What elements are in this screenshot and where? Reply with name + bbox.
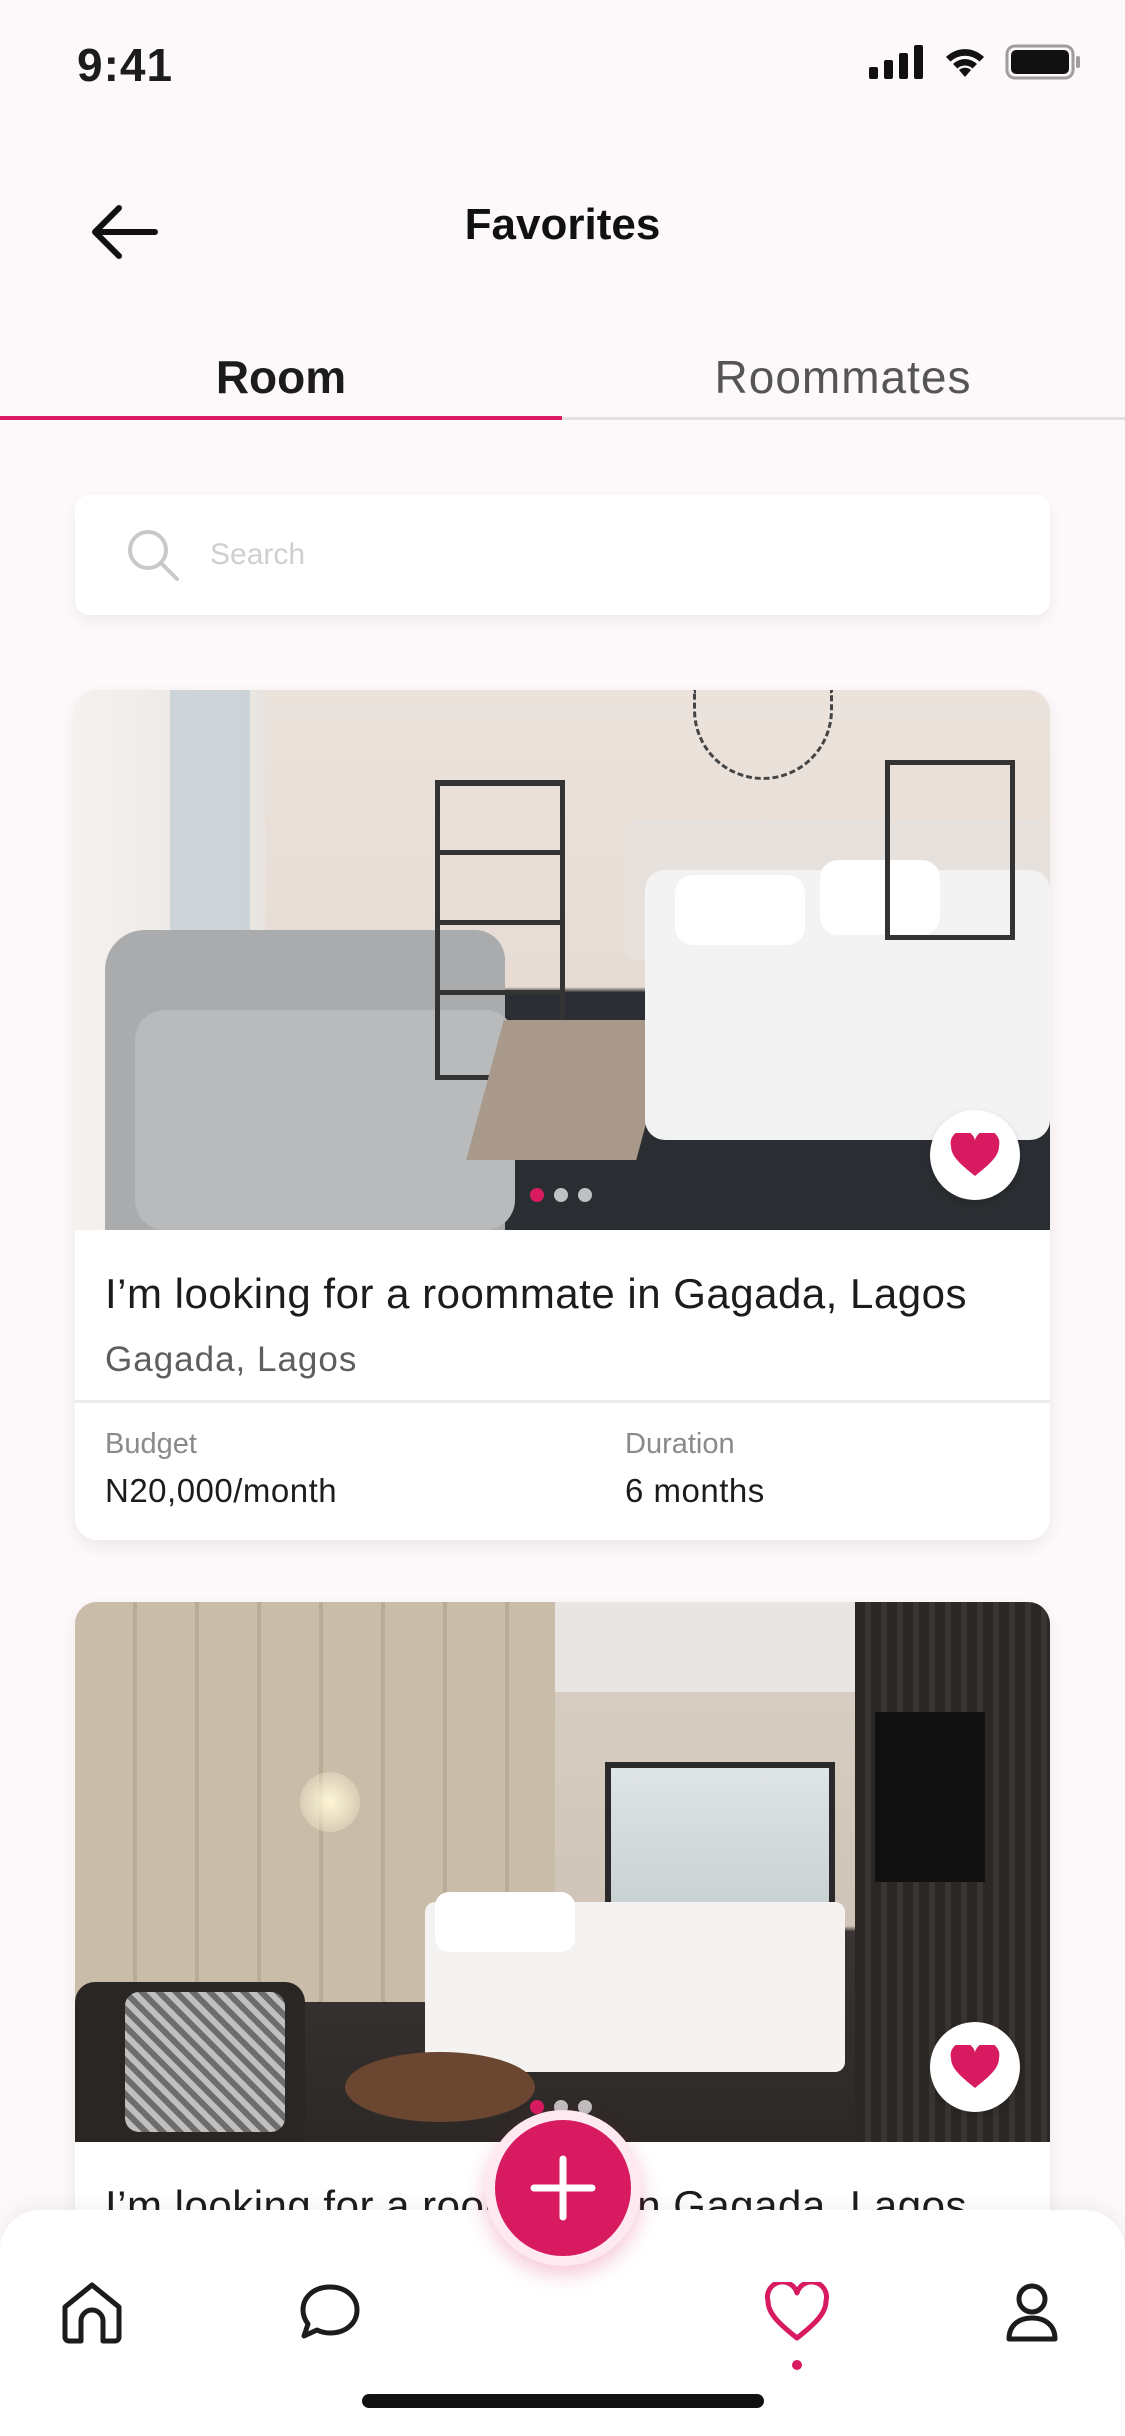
heart-filled-icon [950,1133,1000,1176]
budget-label: Budget [105,1428,197,1460]
favorite-button[interactable] [930,1110,1020,1200]
listing-location: Gagada, Lagos [105,1340,358,1379]
listing-photo[interactable] [75,1602,1050,2142]
listing-photo[interactable] [75,690,1050,1230]
tab-room[interactable]: Room [0,350,562,404]
search-icon [128,530,179,581]
home-icon [62,2282,122,2344]
listing-title: I’m looking for a roommate in Gagada, La… [105,1270,967,1317]
carousel-dots[interactable] [530,1188,592,1202]
page-title: Favorites [464,200,661,249]
divider [75,1400,1050,1403]
nav-chat[interactable] [290,2272,370,2352]
active-nav-indicator [792,2360,802,2370]
favorite-button[interactable] [930,2022,1020,2112]
budget-value: N20,000/month [105,1472,338,1509]
carousel-dot[interactable] [578,1188,592,1202]
nav-home[interactable] [52,2272,132,2352]
header: Favorites [0,160,1125,290]
room-photo [75,690,1050,1230]
heart-filled-icon [950,2045,1000,2088]
room-photo [75,1602,1050,2142]
plus-icon [530,2155,596,2221]
nav-profile[interactable] [992,2272,1072,2352]
battery-icon [1005,44,1080,80]
nav-favorites[interactable] [757,2272,837,2352]
tab-roommates[interactable]: Roommates [562,350,1124,404]
wifi-icon [946,49,984,77]
listing-card[interactable]: I’m looking for a roommate in Gagada, La… [75,690,1050,1540]
signal-icon [869,45,923,79]
chat-icon [300,2284,360,2339]
status-time: 9:41 [77,39,174,91]
add-listing-button[interactable] [485,2110,641,2266]
home-indicator[interactable] [362,2394,764,2408]
active-tab-indicator [0,416,562,420]
carousel-dot[interactable] [530,1188,544,1202]
duration-label: Duration [625,1428,735,1460]
search-box[interactable] [75,495,1050,615]
carousel-dot[interactable] [554,1188,568,1202]
heart-icon [764,2282,830,2341]
search-input[interactable] [210,523,990,587]
profile-icon [1006,2283,1058,2342]
duration-value: 6 months [625,1472,765,1509]
status-bar: 9:41 [0,0,1125,132]
tab-bar: Room Roommates [0,330,1125,420]
status-icons [869,44,1081,80]
